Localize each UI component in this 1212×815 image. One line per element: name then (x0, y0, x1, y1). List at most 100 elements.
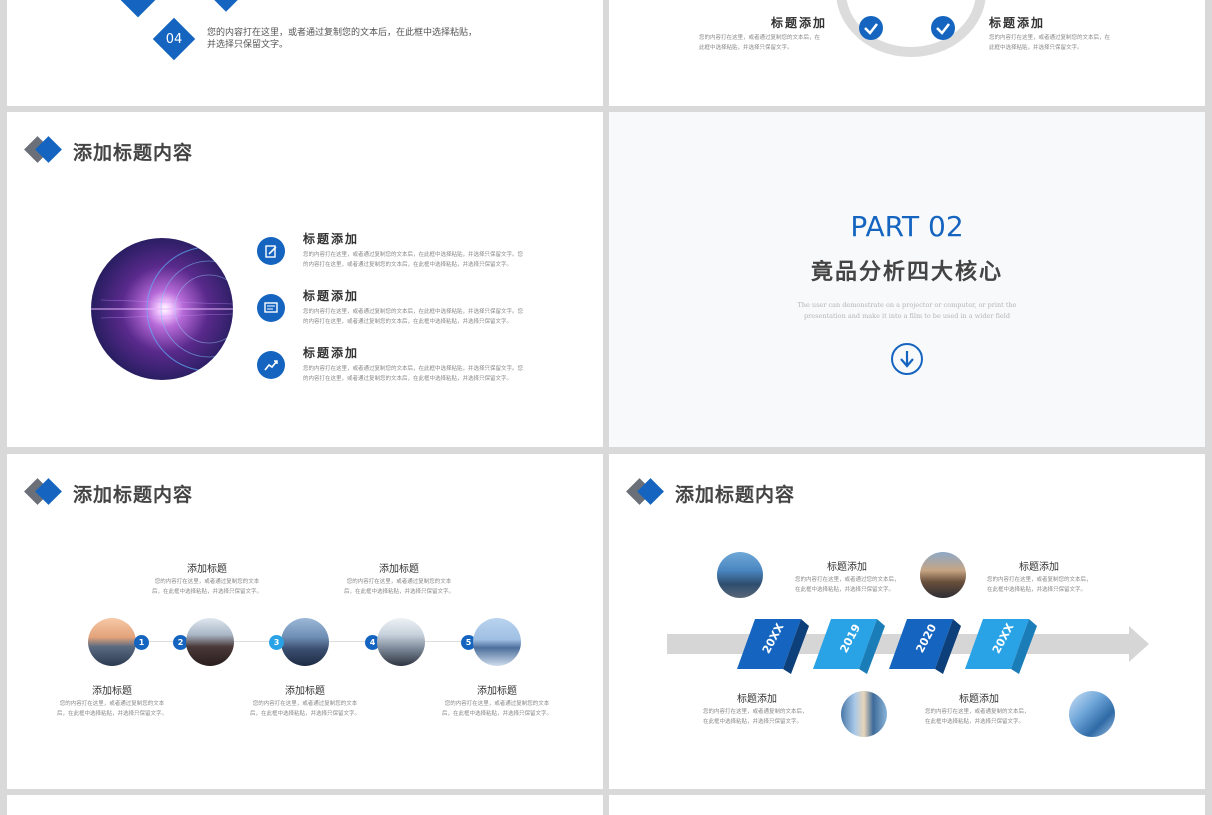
city-photo (377, 618, 425, 666)
diamond-decoration (213, 0, 239, 12)
desc-line: 此框中选择粘贴，并选择只保留文字。 (989, 45, 1083, 51)
city-photo (1069, 691, 1115, 737)
edit-icon (257, 237, 285, 265)
desc-line: 后，在此框中选择粘贴，并选择只保留文字。 (441, 711, 552, 717)
desc-line: 您的内容打在这里，或者通过复制您的文本 (444, 701, 550, 707)
desc-line: 您的内容打在这里，或者通过复制您的文本后，在此框中选择粘贴，并选择只保留文字。您 (303, 366, 524, 372)
english-subtitle: The user can demonstrate on a projector … (609, 300, 1205, 322)
slide-middle-left: 添加标题内容 标题添加 您的内容打在这里，或者通过复制您的文本后，在此框中选择粘… (7, 112, 603, 447)
step-number: 1 (134, 635, 149, 650)
desc-line: 您的内容打在这里，或者通过复制您的文本 (59, 701, 165, 707)
slide-bottom-right: 添加标题内容 标题添加 您的内容打在这里，或者通过您的文本后， 在此框中选择粘贴… (609, 454, 1205, 789)
city-photo (717, 552, 763, 598)
timeline-bottom-item: 添加标题 您的内容打在这里，或者通过复制您的文本 后，在此框中选择粘贴，并选择只… (427, 682, 567, 719)
feature-item: 标题添加 (989, 14, 1045, 31)
section-title: 竟品分析四大核心 (810, 260, 1003, 285)
subtitle-line: The user can demonstrate on a projector … (797, 301, 1017, 309)
desc-line: 您的内容打在这里，或者通过您的文本后， (795, 577, 900, 583)
body-text: 您的内容打在这里，或者通过复制您的文本后，在此框中选择粘贴， 并选择只保留文字。 (207, 27, 477, 51)
item-title: 标题添加 (827, 562, 867, 573)
item-title: 标题添加 (1019, 562, 1059, 573)
slide-middle-right: PART 02 竟品分析四大核心 The user can demonstrat… (609, 112, 1205, 447)
desc-line: 您的内容打在这里，或者通过复制您的文本后，在 (699, 35, 821, 41)
arrow-down-circle-icon[interactable] (890, 342, 924, 376)
slide-top-left: 04 您的内容打在这里，或者通过复制您的文本后，在此框中选择粘贴， 并选择只保留… (7, 0, 603, 106)
desc-line: 您的内容打在这里，或者通过复制您的文本 (154, 579, 260, 585)
slide-top-right: 标题添加 您的内容打在这里，或者通过复制您的文本后，在 此框中选择粘贴，并选择只… (609, 0, 1205, 106)
diamond-logo-icon (24, 478, 63, 508)
part-label: PART 02 (850, 210, 964, 243)
trend-chart-icon (257, 351, 285, 379)
desc-line: 您的内容打在这里，或者通过复制您的文本 (252, 701, 358, 707)
slide-title: 添加标题内容 (675, 483, 796, 506)
feature-item: 标题添加 您的内容打在这里，或者通过复制您的文本后，在此框中选择粘贴，并选择只保… (303, 230, 523, 270)
feature-title: 标题添加 (771, 16, 828, 30)
slide-title: 添加标题内容 (73, 483, 194, 506)
desc-line: 的内容打在这里，或者通过复制您的文本后，在此框中选择粘贴，并选择只保留文字。 (303, 319, 513, 325)
slide-header: 添加标题内容 (24, 478, 194, 508)
ring-decoration (836, 0, 986, 57)
item-title: 添加标题 (92, 686, 132, 697)
body-line: 您的内容打在这里，或者通过复制您的文本后，在此框中选择粘贴， (207, 28, 478, 38)
item-title: 添加标题 (285, 686, 325, 697)
number-label: 04 (165, 31, 183, 47)
city-photo (88, 618, 136, 666)
item-title: 标题添加 (737, 694, 777, 705)
city-photo (281, 618, 329, 666)
city-photo (841, 691, 887, 737)
desc-line: 此框中选择粘贴，并选择只保留文字。 (699, 45, 793, 51)
slide-next-left (7, 795, 603, 815)
feature-item: 标题添加 (771, 14, 827, 31)
tech-globe-image (91, 238, 233, 380)
timeline-bottom-item: 添加标题 您的内容打在这里，或者通过复制您的文本 后，在此框中选择粘贴，并选择只… (42, 682, 182, 719)
body-line: 并选择只保留文字。 (207, 40, 289, 50)
timeline-bottom-item: 标题添加 您的内容打在这里，或者通复制的文本后， 在此框中选择粘贴，并选择只保留… (703, 690, 808, 727)
timeline-top-item: 标题添加 您的内容打在这里，或者通过您的文本后， 在此框中选择粘贴，并选择只保留… (795, 558, 900, 595)
item-title: 添加标题 (379, 564, 419, 575)
feature-title: 标题添加 (303, 289, 360, 303)
subtitle-line: presentation and make it into a film to … (804, 312, 1010, 320)
desc-line: 您的内容打在这里，或者通复制的文本后， (703, 709, 808, 715)
diamond-decoration (119, 0, 157, 18)
desc-line: 您的内容打在这里，或者通过复制您的文本后，在此框中选择粘贴，并选择只保留文字。您 (303, 309, 524, 315)
feature-item: 标题添加 您的内容打在这里，或者通过复制您的文本后，在此框中选择粘贴，并选择只保… (303, 344, 523, 384)
desc-line: 后，在此框中选择粘贴，并选择只保留文字。 (151, 589, 262, 595)
feature-title: 标题添加 (989, 16, 1046, 30)
feature-item: 标题添加 您的内容打在这里，或者通过复制您的文本后，在此框中选择粘贴，并选择只保… (303, 287, 523, 327)
timeline-bottom-item: 标题添加 您的内容打在这里，或者通复制的文本后， 在此框中选择粘贴，并选择只保留… (925, 690, 1030, 727)
slide-header: 添加标题内容 (24, 136, 194, 166)
timeline-top-item: 添加标题 您的内容打在这里，或者通过复制您的文本 后，在此框中选择粘贴，并选择只… (329, 560, 469, 597)
desc-line: 在此框中选择粘贴，并选择只保留文字。 (987, 587, 1087, 593)
city-photo (920, 552, 966, 598)
timeline-bottom-item: 添加标题 您的内容打在这里，或者通过复制您的文本 后，在此框中选择粘贴，并选择只… (235, 682, 375, 719)
desc-line: 您的内容打在这里，或者通过复制您的文本后，在 (989, 35, 1111, 41)
diamond-logo-icon (24, 136, 63, 166)
desc-line: 您的内容打在这里，或者通过复制您的文本 (346, 579, 452, 585)
item-title: 添加标题 (477, 686, 517, 697)
desc-line: 在此框中选择粘贴，并选择只保留文字。 (703, 719, 803, 725)
slide-header: 添加标题内容 (626, 478, 796, 508)
feature-title: 标题添加 (303, 232, 360, 246)
desc-line: 的内容打在这里，或者通过复制您的文本后，在此框中选择粘贴，并选择只保留文字。 (303, 262, 513, 268)
slide-next-right (609, 795, 1205, 815)
desc-line: 您的内容打在这里，或者复制您的文本后， (987, 577, 1092, 583)
item-title: 标题添加 (959, 694, 999, 705)
desc-line: 在此框中选择粘贴，并选择只保留文字。 (795, 587, 895, 593)
desc-line: 您的内容打在这里，或者通复制的文本后， (925, 709, 1030, 715)
feature-desc: 您的内容打在这里，或者通过复制您的文本后，在 此框中选择粘贴，并选择只保留文字。 (989, 33, 1110, 53)
slide-title: 添加标题内容 (73, 141, 194, 164)
desc-line: 后，在此框中选择粘贴，并选择只保留文字。 (249, 711, 360, 717)
desc-line: 的内容打在这里，或者通过复制您的文本后，在此框中选择粘贴，并选择只保留文字。 (303, 376, 513, 382)
slide-bottom-left: 添加标题内容 添加标题 您的内容打在这里，或者通过复制您的文本 后，在此框中选择… (7, 454, 603, 789)
feature-title: 标题添加 (303, 346, 360, 360)
desc-line: 在此框中选择粘贴，并选择只保留文字。 (925, 719, 1025, 725)
desc-line: 后，在此框中选择粘贴，并选择只保留文字。 (56, 711, 167, 717)
city-photo (186, 618, 234, 666)
desc-line: 您的内容打在这里，或者通过复制您的文本后，在此框中选择粘贴，并选择只保留文字。您 (303, 252, 524, 258)
timeline-top-item: 标题添加 您的内容打在这里，或者复制您的文本后， 在此框中选择粘贴，并选择只保留… (987, 558, 1092, 595)
step-number: 3 (269, 635, 284, 650)
document-icon (257, 294, 285, 322)
diamond-logo-icon (626, 478, 665, 508)
city-photo (473, 618, 521, 666)
desc-line: 后，在此框中选择粘贴，并选择只保留文字。 (343, 589, 454, 595)
